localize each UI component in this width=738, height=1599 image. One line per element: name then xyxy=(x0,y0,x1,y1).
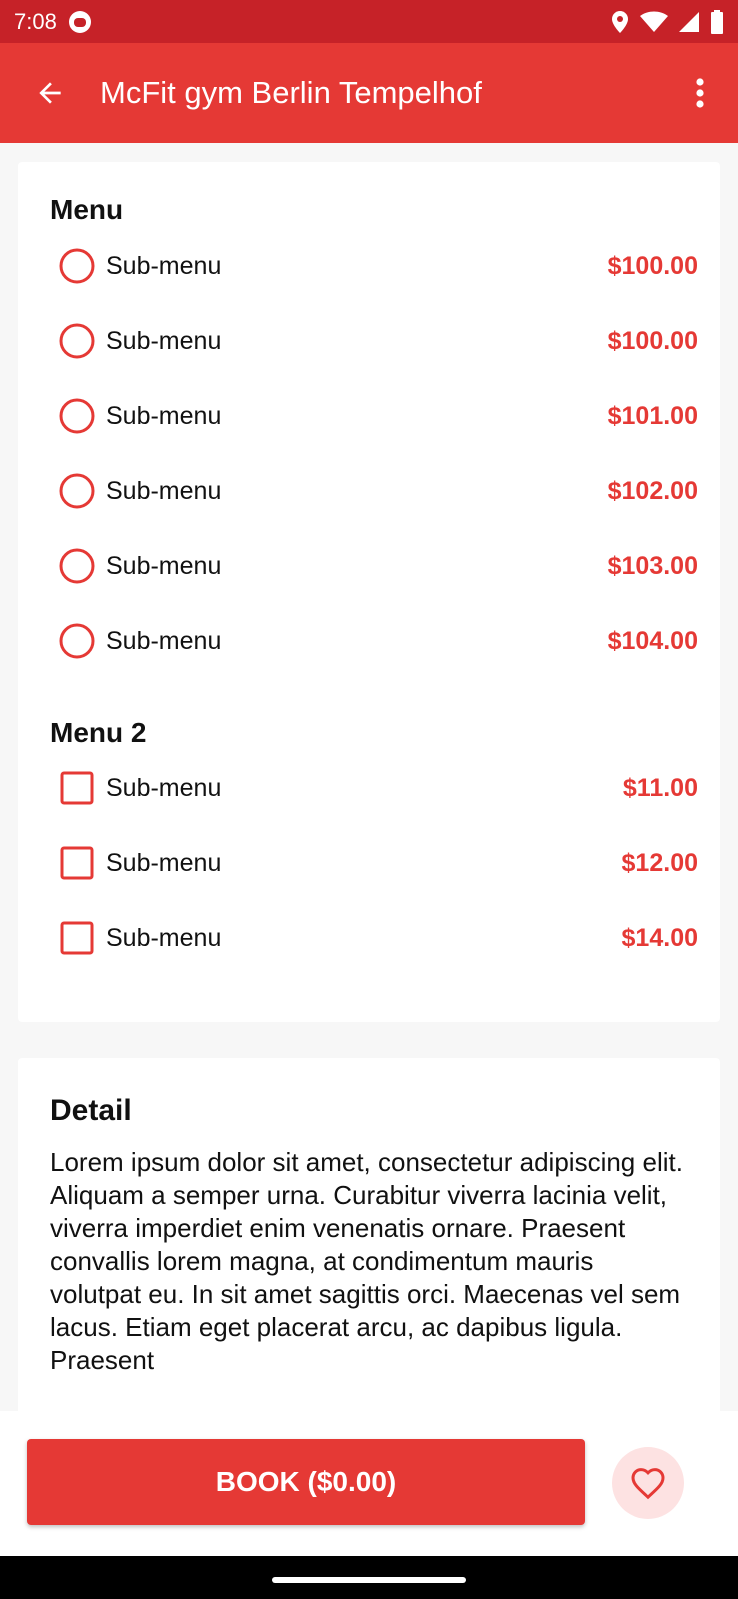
favorite-button[interactable] xyxy=(612,1447,684,1519)
heart-icon xyxy=(631,1468,665,1500)
book-button[interactable]: BOOK ($0.00) xyxy=(27,1439,585,1525)
wifi-icon xyxy=(640,11,668,32)
radio-option[interactable]: Sub-menu $100.00 xyxy=(58,234,698,298)
option-price: $12.00 xyxy=(621,848,698,877)
back-button[interactable] xyxy=(0,43,100,143)
checkbox[interactable] xyxy=(58,919,96,957)
status-time: 7:08 xyxy=(14,8,57,34)
checkbox-option[interactable]: Sub-menu $12.00 xyxy=(58,831,698,895)
radio-option[interactable]: Sub-menu $102.00 xyxy=(58,459,698,523)
option-label: Sub-menu xyxy=(106,773,222,802)
back-arrow-icon xyxy=(39,82,61,104)
menu2-title: Menu 2 xyxy=(50,717,147,748)
radio-button[interactable] xyxy=(58,622,96,660)
home-indicator[interactable] xyxy=(272,1577,466,1583)
detail-text: Lorem ipsum dolor sit amet, consectetur … xyxy=(50,1147,683,1375)
option-price: $11.00 xyxy=(622,773,698,802)
notification-icon xyxy=(68,10,91,33)
option-price: $103.00 xyxy=(607,551,698,580)
radio-button[interactable] xyxy=(58,247,96,285)
radio-option[interactable]: Sub-menu $100.00 xyxy=(58,309,698,373)
battery-icon xyxy=(711,9,723,34)
option-label: Sub-menu xyxy=(106,626,222,655)
radio-button[interactable] xyxy=(58,322,96,360)
status-icons xyxy=(610,9,724,34)
more-vert-icon xyxy=(696,78,704,108)
menu-title: Menu xyxy=(50,194,124,225)
option-price: $104.00 xyxy=(607,626,698,655)
radio-option[interactable]: Sub-menu $101.00 xyxy=(58,384,698,448)
page-title: McFit gym Berlin Tempelhof xyxy=(100,75,482,110)
option-label: Sub-menu xyxy=(106,848,222,877)
radio-button[interactable] xyxy=(58,547,96,585)
app-bar: McFit gym Berlin Tempelhof xyxy=(0,43,738,143)
detail-card: Detail Lorem ipsum dolor sit amet, conse… xyxy=(18,1058,720,1418)
option-price: $100.00 xyxy=(607,251,698,280)
radio-button[interactable] xyxy=(58,472,96,510)
option-label: Sub-menu xyxy=(106,326,222,355)
location-icon xyxy=(612,10,628,33)
option-label: Sub-menu xyxy=(106,251,222,280)
checkbox-option[interactable]: Sub-menu $11.00 xyxy=(58,756,698,820)
more-options-button[interactable] xyxy=(662,43,738,143)
radio-option[interactable]: Sub-menu $104.00 xyxy=(58,609,698,673)
checkbox[interactable] xyxy=(58,844,96,882)
option-price: $102.00 xyxy=(607,476,698,505)
option-label: Sub-menu xyxy=(106,923,222,952)
option-price: $101.00 xyxy=(607,401,698,430)
option-price: $100.00 xyxy=(607,326,698,355)
option-label: Sub-menu xyxy=(106,401,222,430)
checkbox[interactable] xyxy=(58,769,96,807)
radio-button[interactable] xyxy=(58,397,96,435)
radio-option[interactable]: Sub-menu $103.00 xyxy=(58,534,698,598)
system-nav-bar xyxy=(0,1556,738,1599)
checkbox-option[interactable]: Sub-menu $14.00 xyxy=(58,906,698,970)
menu-card: Menu Sub-menu $100.00 Sub-menu $100.00 S… xyxy=(18,162,720,1022)
bottom-action-bar: BOOK ($0.00) xyxy=(0,1411,738,1556)
detail-title: Detail xyxy=(50,1094,132,1127)
option-label: Sub-menu xyxy=(106,551,222,580)
status-bar: 7:08 xyxy=(0,0,738,43)
signal-icon xyxy=(679,11,699,32)
option-label: Sub-menu xyxy=(106,476,222,505)
option-price: $14.00 xyxy=(621,923,698,952)
